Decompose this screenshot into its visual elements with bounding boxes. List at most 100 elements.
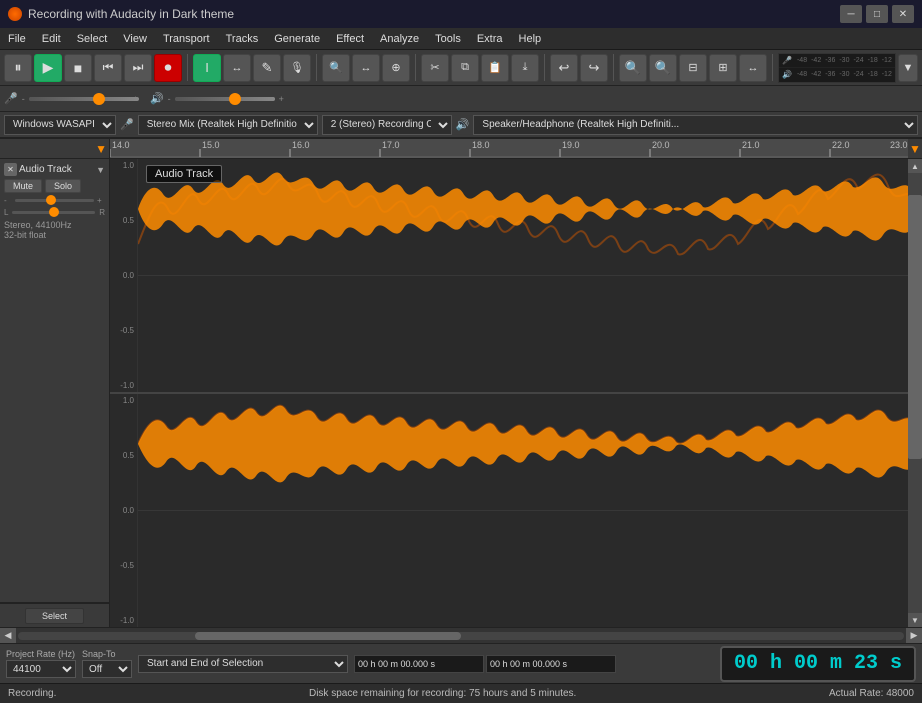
waveform-canvas-top[interactable]: Audio Track: [138, 159, 908, 392]
zoom-in2-button[interactable]: 🔍: [619, 54, 647, 82]
zoom-out2-button[interactable]: 🔍: [649, 54, 677, 82]
zoom-tog-button[interactable]: ↔: [739, 54, 767, 82]
zoom-fit-button[interactable]: ↔: [352, 54, 380, 82]
window-controls: ─ □ ✕: [840, 5, 914, 23]
waveform-canvas-bottom[interactable]: [138, 394, 908, 627]
horizontal-scrollbar[interactable]: ◀ ▶: [0, 627, 922, 643]
vscroll-up-button[interactable]: ▲: [908, 159, 922, 173]
multi-tool-button[interactable]: ⊕: [382, 54, 410, 82]
svg-text:14.0: 14.0: [112, 140, 130, 150]
pause-button[interactable]: ⏸: [4, 54, 32, 82]
track-headers: ✕ Audio Track ▼ Mute Solo -: [0, 159, 110, 627]
menu-help[interactable]: Help: [511, 28, 550, 49]
time-start-input[interactable]: [354, 655, 484, 673]
trim-button[interactable]: ⤓: [511, 54, 539, 82]
mic-device-icon: 🎤: [120, 118, 134, 131]
track-close-button[interactable]: ✕: [4, 163, 17, 176]
menu-select[interactable]: Select: [69, 28, 116, 49]
hscroll-left-button[interactable]: ◀: [0, 628, 16, 644]
solo-button[interactable]: Solo: [45, 179, 81, 193]
ruler-triangle-right[interactable]: ▼: [909, 142, 921, 156]
menu-bar: File Edit Select View Transport Tracks G…: [0, 28, 922, 50]
output-slider[interactable]: [175, 97, 275, 101]
selection-type-select[interactable]: Start and End of Selection: [138, 655, 348, 673]
toolbar-separator-3: [415, 54, 416, 81]
toolbar-separator-4: [544, 54, 545, 81]
output-device-select[interactable]: Speaker/Headphone (Realtek High Definiti…: [473, 115, 918, 135]
undo-button[interactable]: ↩: [550, 54, 578, 82]
svg-text:17.0: 17.0: [382, 140, 400, 150]
y-label-1.0-top: 1.0: [123, 161, 134, 170]
copy-button[interactable]: ⧉: [451, 54, 479, 82]
record-button[interactable]: ⏺: [154, 54, 182, 82]
close-button[interactable]: ✕: [892, 5, 914, 23]
plus-vol: +: [97, 196, 105, 205]
redo-button[interactable]: ↪: [580, 54, 608, 82]
skip-end-button[interactable]: ⏭: [124, 54, 152, 82]
channels-select[interactable]: 2 (Stereo) Recording Chann...: [322, 115, 452, 135]
stop-button[interactable]: ■: [64, 54, 92, 82]
pan-thumb[interactable]: [49, 207, 59, 217]
l-label: L: [4, 208, 8, 217]
cut-button[interactable]: ✂: [421, 54, 449, 82]
paste-button[interactable]: 📋: [481, 54, 509, 82]
maximize-button[interactable]: □: [866, 5, 888, 23]
menu-generate[interactable]: Generate: [266, 28, 328, 49]
zoom-fit2-button[interactable]: ⊟: [679, 54, 707, 82]
window-title: Recording with Audacity in Dark theme: [28, 7, 840, 21]
input-slider[interactable]: [29, 97, 129, 101]
play-button[interactable]: ▶: [34, 54, 62, 82]
menu-edit[interactable]: Edit: [34, 28, 69, 49]
zoom-sel2-button[interactable]: ⊞: [709, 54, 737, 82]
menu-extra[interactable]: Extra: [469, 28, 511, 49]
svg-text:21.0: 21.0: [742, 140, 760, 150]
ruler-triangle-left[interactable]: ▼: [95, 142, 107, 156]
snap-to-select[interactable]: Off: [82, 660, 132, 678]
y-label-0.5-top: 0.5: [123, 216, 134, 225]
mic-button[interactable]: 🎙: [283, 54, 311, 82]
selection-section: Start and End of Selection: [138, 655, 348, 673]
rec-meter-button[interactable]: ▼: [898, 54, 918, 82]
hscroll-track[interactable]: [18, 632, 904, 640]
hscroll-right-button[interactable]: ▶: [906, 628, 922, 644]
time-end-input[interactable]: [486, 655, 616, 673]
select-tool-button[interactable]: I: [193, 54, 221, 82]
input-slider-thumb[interactable]: [93, 93, 105, 105]
mute-button[interactable]: Mute: [4, 179, 42, 193]
project-rate-select[interactable]: 44100: [6, 660, 76, 678]
speaker-device-icon: 🔊: [456, 118, 470, 131]
envelope-tool-button[interactable]: ↔: [223, 54, 251, 82]
track-mute-solo-row: Mute Solo: [4, 179, 105, 193]
menu-effect[interactable]: Effect: [328, 28, 372, 49]
menu-file[interactable]: File: [0, 28, 34, 49]
output-slider-thumb[interactable]: [229, 93, 241, 105]
hscroll-thumb[interactable]: [195, 632, 461, 640]
vscroll-down-button[interactable]: ▼: [908, 613, 922, 627]
volume-slider[interactable]: [15, 199, 94, 202]
timeline-ruler[interactable]: 14.0 15.0 16.0 17.0 18.0 19.0 20.0 21.0: [110, 139, 908, 158]
track-dropdown-button[interactable]: ▼: [96, 165, 105, 175]
volume-thumb[interactable]: [46, 195, 56, 205]
svg-text:19.0: 19.0: [562, 140, 580, 150]
pan-slider[interactable]: [12, 211, 95, 214]
svg-text:15.0: 15.0: [202, 140, 220, 150]
menu-transport[interactable]: Transport: [155, 28, 218, 49]
menu-analyze[interactable]: Analyze: [372, 28, 427, 49]
vscroll-thumb[interactable]: [908, 195, 922, 459]
project-rate-label: Project Rate (Hz): [6, 649, 75, 659]
skip-start-button[interactable]: ⏮: [94, 54, 122, 82]
zoom-in-button[interactable]: 🔍: [322, 54, 350, 82]
vscroll-track[interactable]: [908, 173, 922, 613]
app-icon: [8, 7, 22, 21]
input-device-select[interactable]: Stereo Mix (Realtek High Definition Audi…: [138, 115, 318, 135]
wasapi-select[interactable]: Windows WASAPI: [4, 115, 116, 135]
project-rate-section: Project Rate (Hz) 44100: [6, 649, 76, 678]
menu-view[interactable]: View: [115, 28, 155, 49]
waveform-display: 1.0 0.5 0.0 -0.5 -1.0 Audio Track: [110, 159, 908, 627]
vertical-scrollbar[interactable]: ▲ ▼: [908, 159, 922, 627]
select-button[interactable]: Select: [25, 608, 84, 624]
draw-tool-button[interactable]: ✎: [253, 54, 281, 82]
menu-tracks[interactable]: Tracks: [218, 28, 267, 49]
menu-tools[interactable]: Tools: [427, 28, 469, 49]
minimize-button[interactable]: ─: [840, 5, 862, 23]
